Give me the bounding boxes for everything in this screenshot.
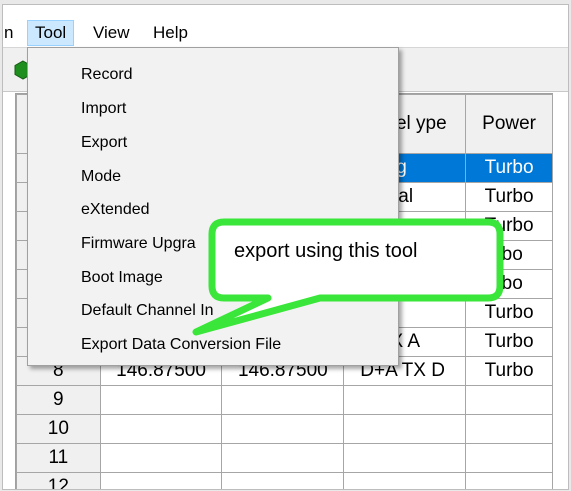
power-cell[interactable] bbox=[465, 414, 553, 444]
power-cell[interactable]: Turbo bbox=[465, 153, 553, 183]
row-number-cell[interactable]: 10 bbox=[16, 414, 101, 444]
tx-freq-cell[interactable] bbox=[221, 472, 345, 489]
table-row[interactable]: 12 bbox=[16, 472, 553, 489]
power-cell[interactable]: Turbo bbox=[465, 298, 553, 328]
channel-type-cell[interactable] bbox=[343, 385, 467, 415]
power-cell[interactable] bbox=[465, 443, 553, 473]
row-number-cell[interactable]: 9 bbox=[16, 385, 101, 415]
power-cell[interactable] bbox=[465, 385, 553, 415]
power-cell[interactable]: Turbo bbox=[465, 211, 553, 241]
menu-item-export[interactable]: Export bbox=[28, 128, 396, 158]
channel-type-cell[interactable] bbox=[343, 414, 467, 444]
menu-file[interactable]: n bbox=[3, 20, 20, 46]
tx-freq-cell[interactable] bbox=[221, 414, 345, 444]
menu-item-export-data-conversion-file[interactable]: Export Data Conversion File bbox=[28, 330, 396, 360]
menu-bar: n Tool View Help bbox=[3, 19, 568, 48]
menu-help[interactable]: Help bbox=[146, 20, 195, 46]
table-row[interactable]: 10 bbox=[16, 414, 553, 444]
menu-tool[interactable]: Tool bbox=[27, 20, 75, 46]
channel-type-cell[interactable] bbox=[343, 443, 467, 473]
menu-item-boot-image[interactable]: Boot Image bbox=[28, 263, 396, 293]
menu-item-mode[interactable]: Mode bbox=[28, 162, 396, 192]
rx-freq-cell[interactable] bbox=[99, 414, 223, 444]
rx-freq-cell[interactable] bbox=[99, 472, 223, 489]
power-cell[interactable] bbox=[465, 472, 553, 489]
channel-type-cell[interactable] bbox=[343, 472, 467, 489]
power-cell[interactable]: rbo bbox=[465, 269, 553, 299]
menu-item-record[interactable]: Record bbox=[28, 60, 396, 90]
rx-freq-cell[interactable] bbox=[99, 385, 223, 415]
power-cell[interactable]: Turbo bbox=[465, 356, 553, 386]
power-cell[interactable]: Turbo bbox=[465, 182, 553, 212]
table-row[interactable]: 9 bbox=[16, 385, 553, 415]
menu-view[interactable]: View bbox=[86, 20, 137, 46]
tx-freq-cell[interactable] bbox=[221, 443, 345, 473]
table-row[interactable]: 11 bbox=[16, 443, 553, 473]
menu-item-extended[interactable]: eXtended bbox=[28, 195, 396, 225]
tx-freq-cell[interactable] bbox=[221, 385, 345, 415]
menu-item-default-channel[interactable]: Default Channel In bbox=[28, 296, 396, 326]
power-cell[interactable]: Turbo bbox=[465, 327, 553, 357]
power-cell[interactable]: rbo bbox=[465, 240, 553, 270]
row-number-cell[interactable]: 11 bbox=[16, 443, 101, 473]
row-number-cell[interactable]: 12 bbox=[16, 472, 101, 489]
column-header-power[interactable]: Power bbox=[465, 94, 553, 154]
menu-item-import[interactable]: Import bbox=[28, 94, 396, 124]
rx-freq-cell[interactable] bbox=[99, 443, 223, 473]
callout-text: export using this tool bbox=[234, 240, 418, 262]
tool-menu-dropdown: Record Import Export Mode eXtended Firmw… bbox=[27, 47, 399, 366]
